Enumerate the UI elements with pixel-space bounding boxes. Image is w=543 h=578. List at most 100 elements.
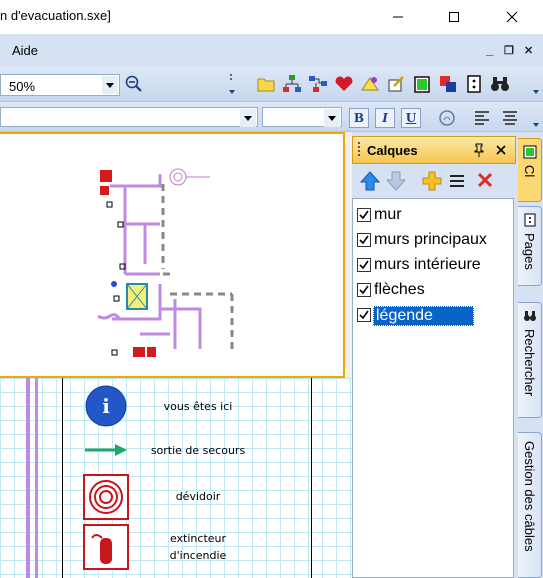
layers-panel-header: Calques <box>352 136 516 164</box>
layer-label: flèches <box>374 281 425 298</box>
layer-item-selected[interactable]: légende <box>355 303 513 327</box>
layer-item[interactable]: mur <box>355 203 513 227</box>
legend-row: dévidoir <box>63 474 313 520</box>
tab-cable-management[interactable]: Gestion des câbles <box>518 432 542 578</box>
zoom-out-icon[interactable] <box>124 74 144 94</box>
tab-layers[interactable]: Cl <box>518 138 542 202</box>
folder-icon[interactable] <box>256 74 276 94</box>
tab-search[interactable]: Rechercher <box>518 302 542 418</box>
binoculars-icon[interactable] <box>490 74 510 94</box>
window-title: n d'evacuation.sxe] <box>0 8 111 23</box>
minimize-icon <box>393 16 403 18</box>
layer-checkbox[interactable] <box>357 308 371 322</box>
layer-label: murs principaux <box>374 231 487 248</box>
layer-label: mur <box>374 206 402 223</box>
tab-label: Cl <box>522 165 537 178</box>
layers-list: mur murs principaux murs intérieure flèc… <box>352 198 514 578</box>
layer-checkbox[interactable] <box>357 208 371 222</box>
hose-reel-icon <box>83 474 129 520</box>
align-left-icon[interactable] <box>472 108 492 128</box>
font-size-select[interactable] <box>262 107 342 127</box>
toolbar-overflow-icon[interactable] <box>533 72 539 96</box>
mdi-restore-button[interactable]: ❐ <box>504 44 514 57</box>
binoculars-icon <box>524 311 536 321</box>
book-icon <box>523 145 537 159</box>
layer-properties-icon[interactable] <box>448 173 466 189</box>
layers-panel-title: Calques <box>367 143 418 158</box>
zoom-value: 50% <box>9 79 36 94</box>
underline-button[interactable]: U <box>401 108 421 128</box>
zoom-select[interactable]: 50% <box>0 74 120 96</box>
align-center-icon[interactable] <box>500 108 520 128</box>
maximize-icon <box>449 12 459 22</box>
delete-layer-icon[interactable] <box>476 171 494 189</box>
checkmark-icon <box>359 260 369 270</box>
title-bar: n d'evacuation.sxe] <box>0 0 543 34</box>
layer-checkbox[interactable] <box>357 233 371 247</box>
layer-item[interactable]: murs intérieure <box>355 253 513 277</box>
chevron-down-icon[interactable] <box>324 109 340 127</box>
layers-color-icon[interactable] <box>438 74 458 94</box>
pin-icon[interactable] <box>473 143 485 157</box>
floorplan-preview[interactable] <box>0 132 345 378</box>
edit-note-icon[interactable] <box>386 74 406 94</box>
floorplan-drawing <box>97 168 234 357</box>
font-select[interactable] <box>0 107 258 127</box>
checkmark-icon <box>359 285 369 295</box>
heart-icon[interactable] <box>334 74 354 94</box>
legend-table: i vous êtes ici sortie de secours dévido… <box>62 378 312 578</box>
layer-label: légende <box>373 306 474 326</box>
legend-label: vous êtes ici <box>163 400 233 413</box>
tab-label: Pages <box>522 233 537 270</box>
panel-grip-icon[interactable] <box>357 142 361 158</box>
format-toolbar: B I U <box>0 102 543 132</box>
network-icon[interactable] <box>308 74 328 94</box>
checkmark-icon <box>359 310 369 320</box>
layer-item[interactable]: flèches <box>355 278 513 302</box>
legend-row: i vous êtes ici <box>63 382 313 428</box>
tab-label: Gestion des câbles <box>522 441 537 552</box>
shapes-icon[interactable] <box>360 74 380 94</box>
checkmark-icon <box>359 210 369 220</box>
layer-checkbox[interactable] <box>357 258 371 272</box>
bold-button[interactable]: B <box>349 108 369 128</box>
maximize-button[interactable] <box>431 0 477 34</box>
toolbar-overflow-icon[interactable] <box>533 105 539 129</box>
legend-row: extincteur d'incendie <box>63 524 313 578</box>
move-down-icon[interactable] <box>386 170 406 192</box>
chevron-down-icon[interactable] <box>240 109 256 127</box>
pages-icon <box>524 213 536 227</box>
org-chart-icon[interactable] <box>282 74 302 94</box>
chevron-down-icon[interactable] <box>102 76 118 94</box>
layers-panel: Calques mur murs principaux murs intérie… <box>352 132 516 578</box>
info-icon: i <box>85 385 127 427</box>
legend-row: sortie de secours <box>63 428 313 474</box>
layer-checkbox[interactable] <box>357 283 371 297</box>
move-up-icon[interactable] <box>360 170 380 192</box>
minimize-button[interactable] <box>375 0 421 34</box>
exit-arrow-icon <box>85 444 127 456</box>
close-icon[interactable] <box>496 145 506 155</box>
checkmark-icon <box>359 235 369 245</box>
layer-label: murs intérieure <box>374 256 481 273</box>
legend-sheet[interactable]: i vous êtes ici sortie de secours dévido… <box>0 378 352 578</box>
tab-pages[interactable]: Pages <box>518 206 542 286</box>
text-style-icon[interactable] <box>437 108 457 128</box>
menu-aide[interactable]: Aide <box>12 43 38 58</box>
legend-label: extincteur d'incendie <box>169 532 227 562</box>
mdi-close-button[interactable]: ✕ <box>524 44 533 57</box>
layer-item[interactable]: murs principaux <box>355 228 513 252</box>
layers-toolbar <box>352 166 516 196</box>
legend-label: sortie de secours <box>150 444 246 457</box>
close-icon <box>506 11 518 23</box>
mdi-minimize-button[interactable]: _ <box>486 42 493 57</box>
legend-label: dévidoir <box>175 490 221 503</box>
book-icon[interactable] <box>412 74 432 94</box>
add-layer-icon[interactable] <box>422 171 442 191</box>
svg-text:i: i <box>102 394 110 418</box>
italic-button[interactable]: I <box>375 108 395 128</box>
close-window-button[interactable] <box>489 0 535 34</box>
dice-icon[interactable] <box>464 74 484 94</box>
toolbar-grip-icon[interactable] <box>229 72 235 96</box>
drawing-canvas[interactable]: i vous êtes ici sortie de secours dévido… <box>0 132 352 578</box>
